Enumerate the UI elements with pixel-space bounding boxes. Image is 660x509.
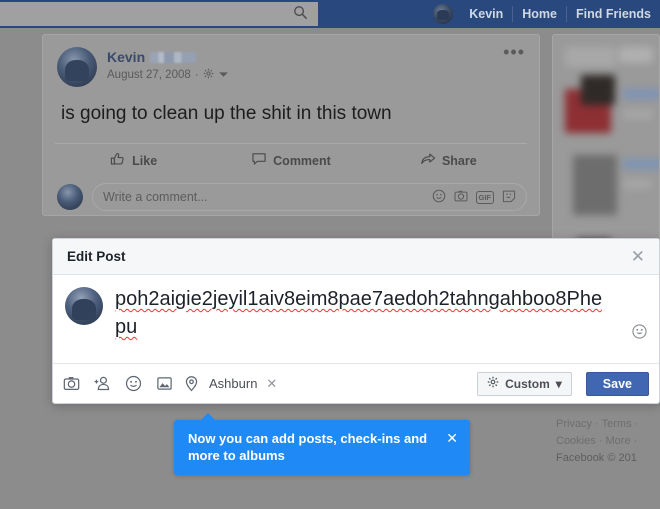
- comment-input[interactable]: Write a comment... GIF: [92, 183, 527, 211]
- nav-find-friends-link[interactable]: Find Friends: [567, 7, 660, 21]
- comment-label: Comment: [273, 153, 331, 168]
- share-button[interactable]: Share: [370, 151, 527, 170]
- emoji-icon[interactable]: [632, 324, 647, 343]
- privacy-label: Custom: [505, 376, 550, 391]
- tag-person-icon[interactable]: [94, 375, 111, 392]
- post-timestamp-row: August 27, 2008 ·: [107, 68, 229, 82]
- speech-bubble-icon: [251, 151, 267, 170]
- nav-home-link[interactable]: Home: [513, 7, 566, 21]
- album-icon[interactable]: [156, 375, 173, 392]
- camera-icon[interactable]: [454, 189, 468, 206]
- nav-profile-link[interactable]: Kevin: [460, 7, 512, 21]
- dialog-toolbar: Ashburn ✕ Custom ▾ Save: [53, 363, 659, 403]
- chevron-down-icon: ▾: [555, 376, 562, 391]
- post-more-options-button[interactable]: •••: [503, 43, 525, 61]
- nav-right-group: Kevin Home Find Friends: [433, 0, 660, 28]
- post-text-editor[interactable]: poh2aigie2jeyil1aiv8eim8pae7aedoh2tahnga…: [115, 285, 613, 341]
- footer-line-cookies[interactable]: Cookies · More ·: [556, 433, 660, 450]
- close-icon[interactable]: ✕: [446, 430, 458, 447]
- avatar[interactable]: [433, 4, 454, 24]
- share-arrow-icon: [420, 151, 436, 170]
- sticker-icon[interactable]: [502, 189, 516, 206]
- save-button[interactable]: Save: [585, 371, 649, 396]
- post-date[interactable]: August 27, 2008: [107, 69, 191, 81]
- close-icon[interactable]: ✕: [631, 248, 645, 265]
- share-label: Share: [441, 153, 477, 168]
- dialog-title: Edit Post: [67, 249, 126, 264]
- avatar: [65, 287, 103, 325]
- privacy-selector-button[interactable]: Custom ▾: [477, 371, 572, 396]
- post-header: Kevin August 27, 2008 · •••: [43, 35, 539, 87]
- post-card: Kevin August 27, 2008 · ••• is going to …: [42, 34, 540, 216]
- gif-icon[interactable]: GIF: [475, 190, 494, 204]
- gear-icon[interactable]: [203, 68, 214, 82]
- camera-icon[interactable]: [63, 375, 80, 392]
- album-feature-tooltip: Now you can add posts, check-ins and mor…: [174, 413, 470, 475]
- search-input[interactable]: [0, 2, 318, 26]
- comment-placeholder: Write a comment...: [103, 190, 208, 204]
- thumbs-up-icon: [110, 151, 126, 170]
- comment-button[interactable]: Comment: [212, 151, 369, 170]
- emoji-icon[interactable]: [125, 375, 142, 392]
- edit-post-dialog: Edit Post ✕ poh2aigie2jeyil1aiv8eim8pae7…: [52, 238, 660, 404]
- post-text: is going to clean up the shit in this to…: [61, 103, 392, 124]
- avatar: [57, 184, 83, 210]
- comment-icon-group: GIF: [432, 189, 517, 206]
- post-author[interactable]: Kevin: [107, 49, 229, 65]
- post-meta: Kevin August 27, 2008 ·: [107, 47, 229, 82]
- post-meta-separator: ·: [194, 69, 199, 81]
- location-tag[interactable]: Ashburn ✕: [183, 375, 277, 392]
- emoji-icon[interactable]: [432, 189, 446, 206]
- like-label: Like: [132, 153, 158, 168]
- location-name: Ashburn: [209, 376, 258, 391]
- like-button[interactable]: Like: [55, 151, 212, 170]
- footer-copyright: Facebook © 201: [556, 452, 637, 464]
- dialog-header: Edit Post ✕: [53, 239, 659, 275]
- search-icon[interactable]: [293, 5, 308, 20]
- tooltip-text: Now you can add posts, check-ins and mor…: [188, 431, 428, 463]
- location-pin-icon: [183, 375, 200, 392]
- close-icon[interactable]: ✕: [266, 376, 277, 392]
- dialog-body: poh2aigie2jeyil1aiv8eim8pae7aedoh2tahnga…: [53, 275, 659, 347]
- chevron-down-icon[interactable]: [218, 69, 229, 81]
- sidebar-footer-links: Privacy · Terms · Cookies · More · Faceb…: [556, 416, 660, 467]
- avatar[interactable]: [57, 47, 97, 87]
- post-action-bar: Like Comment Share: [55, 143, 527, 177]
- post-author-surname-blurred: [150, 51, 197, 63]
- footer-line-privacy[interactable]: Privacy · Terms ·: [556, 416, 660, 433]
- top-navigation-bar: Kevin Home Find Friends: [0, 0, 660, 28]
- gear-icon: [487, 376, 499, 391]
- comment-composer: Write a comment... GIF: [43, 177, 539, 221]
- post-author-name: Kevin: [107, 49, 146, 65]
